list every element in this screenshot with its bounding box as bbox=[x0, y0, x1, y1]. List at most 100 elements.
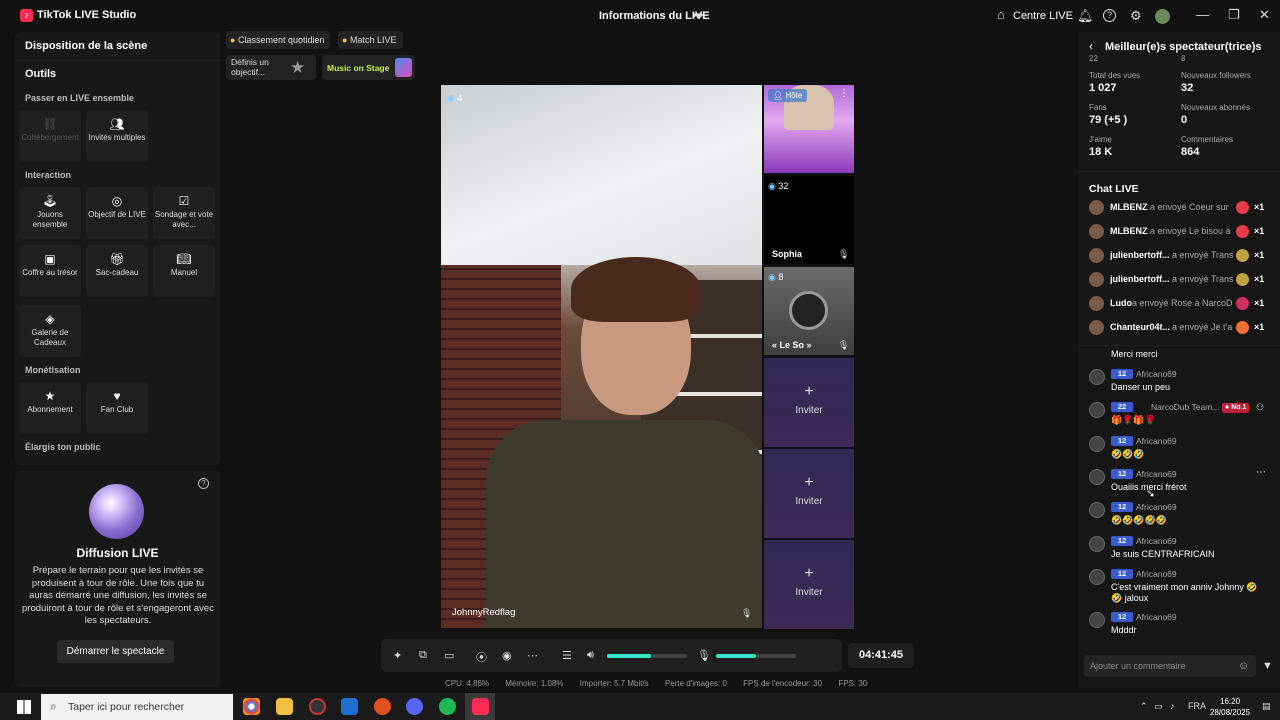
gift-sender: MLBENZ bbox=[1110, 226, 1148, 236]
broadcast-title: Diffusion LIVE bbox=[76, 546, 159, 560]
gift-row[interactable]: julienbertoff... a envoyé Trans ×1 bbox=[1089, 270, 1269, 288]
match-live-chip[interactable]: ● Match LIVE bbox=[338, 31, 403, 49]
more-icon[interactable]: ⋯ bbox=[1256, 467, 1266, 478]
chrome-icon[interactable] bbox=[243, 698, 260, 715]
spotify-icon[interactable] bbox=[439, 698, 456, 715]
app-icon[interactable] bbox=[309, 698, 326, 715]
emoji-icon[interactable]: ☺ bbox=[1238, 660, 1249, 672]
start-show-button[interactable]: Démarrer le spectacle bbox=[57, 640, 174, 663]
fan-club-button[interactable]: ♥ Fan Club bbox=[86, 382, 148, 434]
more-icon[interactable]: ⋯ bbox=[527, 649, 538, 662]
speaker-icon[interactable]: ♪ bbox=[1170, 701, 1175, 711]
folder-icon[interactable] bbox=[276, 698, 293, 715]
poll-button[interactable]: ☑ Sondage et vote avec... bbox=[153, 187, 215, 239]
search-placeholder: Taper ici pour rechercher bbox=[68, 701, 185, 713]
network-icon[interactable]: ▭ bbox=[1154, 701, 1163, 712]
language-indicator[interactable]: FRA bbox=[1188, 701, 1206, 711]
daily-ranking-chip[interactable]: ● Classement quotidien bbox=[226, 31, 330, 49]
app-icon[interactable] bbox=[374, 698, 391, 715]
taskbar-clock[interactable]: 16:20 28/08/2025 bbox=[1210, 696, 1250, 718]
manual-button[interactable]: 📖︎ Manuel bbox=[153, 245, 215, 297]
gift-row[interactable]: MLBENZ a envoyé Coeur sur ×1 bbox=[1089, 198, 1269, 216]
play-together-button[interactable]: 🕹︎ Jouons ensemble bbox=[19, 187, 81, 239]
centre-live-link[interactable]: Centre LIVE bbox=[1013, 10, 1073, 22]
heart-icon: ♥ bbox=[113, 389, 121, 403]
magic-wand-icon[interactable]: ✦ bbox=[393, 649, 402, 662]
level-badge: 12 bbox=[1111, 369, 1133, 379]
treasure-chest-button[interactable]: ▣ Coffre au trésor bbox=[19, 245, 81, 297]
more-icon[interactable]: ⋮ bbox=[839, 88, 849, 99]
restore-icon[interactable]: ❐ bbox=[1228, 7, 1240, 23]
screen-icon[interactable]: ▭ bbox=[444, 649, 454, 662]
level-badge: 12 bbox=[1111, 469, 1133, 479]
invite-slot[interactable]: + Inviter bbox=[764, 449, 854, 538]
notification-icon[interactable]: ▤ bbox=[1262, 701, 1271, 712]
home-icon[interactable]: ⌂ bbox=[997, 7, 1005, 22]
chat-text: Mdddr bbox=[1111, 625, 1137, 635]
gift-multiplier: ×1 bbox=[1254, 274, 1265, 284]
avatar bbox=[1089, 436, 1105, 452]
settings-sliders-icon[interactable]: ☰ bbox=[562, 649, 572, 662]
gift-sender: MLBENZ bbox=[1110, 202, 1148, 212]
mic-icon[interactable]: 🎙︎ bbox=[838, 340, 849, 351]
broadcast-description: Prépare le terrain pour que les invités … bbox=[22, 565, 214, 626]
host-video[interactable] bbox=[441, 85, 762, 628]
invite-slot[interactable]: + Inviter bbox=[764, 358, 854, 447]
help-icon[interactable]: ? bbox=[198, 478, 209, 489]
gift-row[interactable]: julienbertoff... a envoyé Trans ×1 bbox=[1089, 246, 1269, 264]
help-icon[interactable]: ? bbox=[1103, 9, 1116, 22]
chat-username: NarcoDub Team... bbox=[1151, 402, 1220, 412]
gallery-icon: ◈ bbox=[45, 312, 55, 326]
invite-slot[interactable]: + Inviter bbox=[764, 540, 854, 629]
chat-username: Africano69 bbox=[1136, 569, 1177, 579]
mic-icon[interactable]: 🎙︎ bbox=[697, 649, 711, 662]
speaker-icon[interactable]: 🔊︎ bbox=[587, 649, 594, 662]
gift-row[interactable]: MLBENZ a envoyé Le bisou à ×1 bbox=[1089, 222, 1269, 240]
share-icon[interactable]: ➦ bbox=[693, 7, 704, 23]
tiktok-app-icon[interactable] bbox=[472, 698, 489, 715]
record-icon[interactable]: ⦿ bbox=[476, 649, 487, 665]
subscription-button[interactable]: ★ Abonnement bbox=[19, 382, 81, 434]
chat-text: C'est vraiment mon anniv Johnny 🤣 bbox=[1111, 582, 1258, 592]
search-icon: ⌕ bbox=[50, 699, 57, 713]
mic-icon[interactable]: 🎙︎ bbox=[838, 249, 849, 260]
multi-guest-button[interactable]: 👥︎ Invités multiples bbox=[86, 110, 148, 162]
discord-icon[interactable] bbox=[406, 698, 423, 715]
chevron-up-icon[interactable]: ⌃ bbox=[1140, 701, 1148, 712]
live-goal-button[interactable]: ◎ Objectif de LIVE bbox=[86, 187, 148, 239]
layers-icon[interactable]: ⧉ bbox=[419, 649, 427, 662]
back-arrow-icon[interactable]: ‹ bbox=[1089, 39, 1093, 53]
section-live-together: Passer en LIVE ensemble bbox=[25, 93, 135, 103]
windows-start-icon[interactable] bbox=[17, 700, 31, 714]
gift-row[interactable]: Chanteur04t... a envoyé Je t'a ×1 bbox=[1089, 318, 1269, 336]
chest-icon: ▣ bbox=[44, 252, 56, 266]
users-icon: 👥︎ bbox=[109, 117, 125, 131]
gift-row[interactable]: Ludo a envoyé Rose à NarcoD ×1 bbox=[1089, 294, 1269, 312]
chat-text: 🤣🤣🤣🤣🤣 bbox=[1111, 515, 1168, 525]
plus-icon: + bbox=[804, 383, 814, 400]
cohost-button[interactable]: ⛓ Cohébergement bbox=[19, 110, 81, 162]
stat-value: 864 bbox=[1181, 146, 1200, 158]
gift-gallery-button[interactable]: ◈ Galerie de Cadeaux bbox=[19, 305, 81, 357]
diamond-icon: ◉ bbox=[768, 272, 776, 282]
bell-icon[interactable]: 🔔︎ bbox=[1077, 8, 1094, 24]
scene-layout-header[interactable]: Disposition de la scène bbox=[25, 40, 147, 52]
filter-icon[interactable]: ▼ bbox=[1262, 660, 1273, 672]
gift-icon bbox=[1236, 201, 1249, 214]
host-badge: 👤︎ Hôte bbox=[768, 89, 808, 102]
guest-count: ◉ 32 bbox=[768, 181, 789, 191]
chat-username: Africano69 bbox=[1136, 536, 1177, 546]
chat-live-title: Chat LIVE bbox=[1089, 183, 1139, 195]
mic-slider[interactable] bbox=[716, 654, 796, 658]
gift-bag-button[interactable]: 🎁︎ Sac-cadeau bbox=[86, 245, 148, 297]
host-viewer-count: ◉ 4 bbox=[447, 93, 463, 103]
close-icon[interactable]: ✕ bbox=[1259, 7, 1270, 23]
profile-avatar[interactable] bbox=[1155, 9, 1170, 24]
gift-icon bbox=[1236, 297, 1249, 310]
store-icon[interactable] bbox=[341, 698, 358, 715]
mic-icon[interactable]: 🎙︎ bbox=[741, 608, 752, 619]
camera-icon[interactable]: ◉ bbox=[502, 649, 512, 662]
gear-icon[interactable]: ⚙ bbox=[1130, 8, 1142, 24]
volume-slider[interactable] bbox=[607, 654, 687, 658]
minimize-icon[interactable]: — bbox=[1196, 7, 1209, 22]
